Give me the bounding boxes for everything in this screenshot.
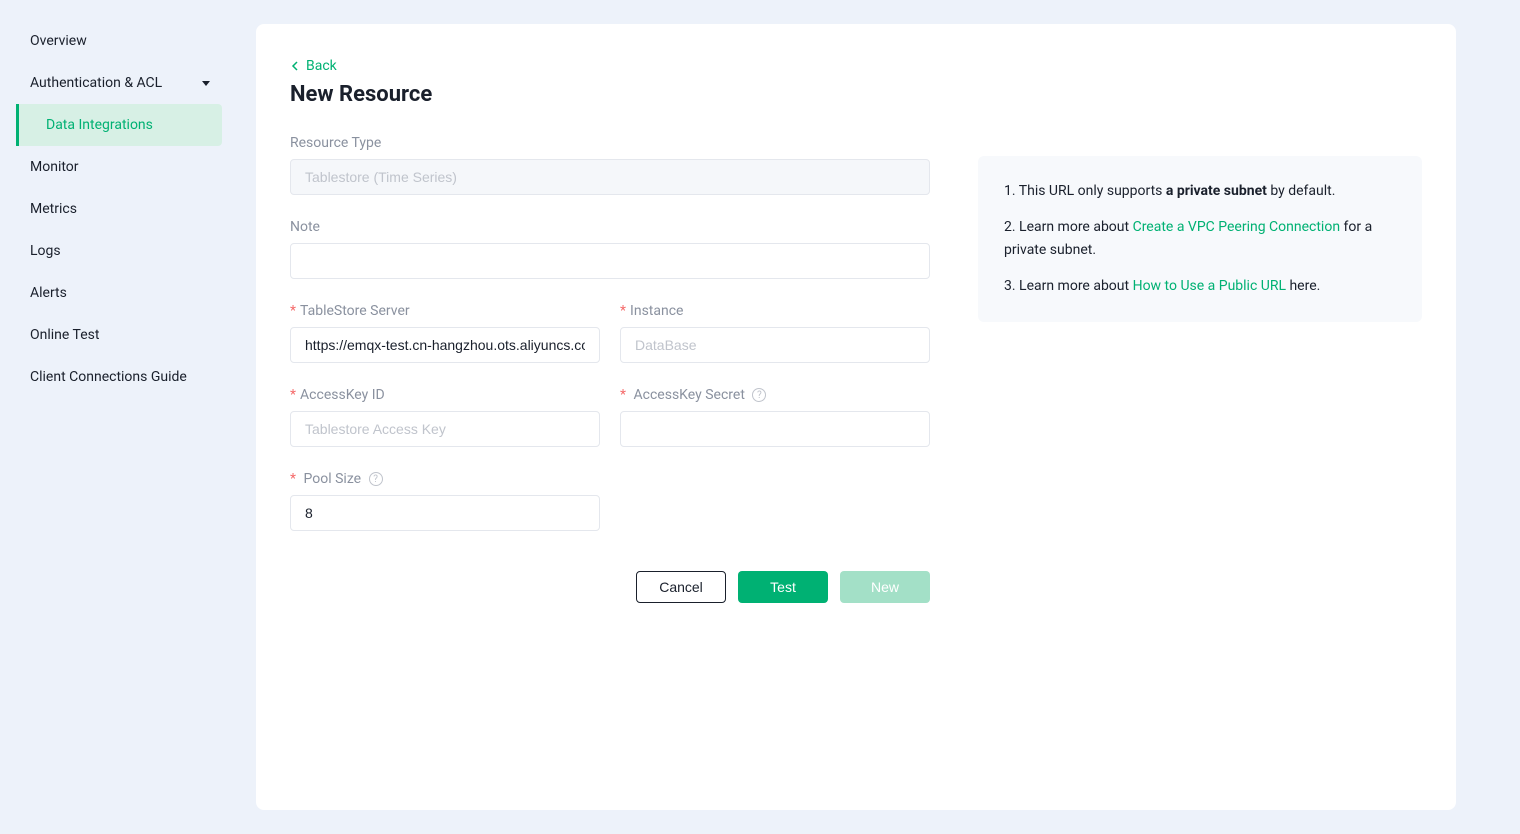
access-key-secret-group: AccessKey Secret ?	[620, 387, 930, 447]
instance-input[interactable]	[620, 327, 930, 363]
public-url-link[interactable]: How to Use a Public URL	[1133, 278, 1286, 294]
note-group: Note	[290, 219, 930, 279]
info-item-3: 3. Learn more about How to Use a Public …	[1004, 275, 1396, 297]
card: Back New Resource Resource Type Note Tab…	[256, 24, 1456, 810]
back-label: Back	[306, 58, 337, 74]
cancel-button[interactable]: Cancel	[636, 571, 726, 603]
sidebar: Overview Authentication & ACL Data Integ…	[0, 0, 240, 834]
sidebar-item-label: Monitor	[30, 159, 79, 175]
sidebar-item-label: Authentication & ACL	[30, 75, 162, 91]
sidebar-item-authentication-acl[interactable]: Authentication & ACL	[0, 62, 240, 104]
tablestore-server-input[interactable]	[290, 327, 600, 363]
vpc-peering-link[interactable]: Create a VPC Peering Connection	[1133, 219, 1340, 235]
access-key-id-label: AccessKey ID	[290, 387, 600, 403]
sidebar-item-metrics[interactable]: Metrics	[0, 188, 240, 230]
chevron-left-icon	[290, 61, 300, 71]
sidebar-item-label: Logs	[30, 243, 61, 259]
form-area: Back New Resource Resource Type Note Tab…	[290, 56, 930, 778]
new-button: New	[840, 571, 930, 603]
note-label: Note	[290, 219, 930, 235]
info-item-2: 2. Learn more about Create a VPC Peering…	[1004, 216, 1396, 261]
access-key-id-input[interactable]	[290, 411, 600, 447]
pool-size-group: Pool Size ?	[290, 471, 600, 531]
resource-type-label: Resource Type	[290, 135, 930, 151]
sidebar-item-client-connections-guide[interactable]: Client Connections Guide	[0, 356, 240, 398]
sidebar-item-data-integrations[interactable]: Data Integrations	[16, 104, 222, 146]
sidebar-item-monitor[interactable]: Monitor	[0, 146, 240, 188]
row-server-instance: TableStore Server Instance	[290, 303, 930, 387]
note-input[interactable]	[290, 243, 930, 279]
sidebar-item-overview[interactable]: Overview	[0, 20, 240, 62]
resource-type-input	[290, 159, 930, 195]
sidebar-item-logs[interactable]: Logs	[0, 230, 240, 272]
tablestore-server-label: TableStore Server	[290, 303, 600, 319]
sidebar-item-label: Alerts	[30, 285, 67, 301]
sidebar-item-label: Client Connections Guide	[30, 369, 187, 385]
info-panel: 1. This URL only supports a private subn…	[978, 156, 1422, 778]
pool-size-input[interactable]	[290, 495, 600, 531]
sidebar-item-label: Online Test	[30, 327, 99, 343]
sidebar-item-label: Data Integrations	[46, 117, 153, 133]
main-content: Back New Resource Resource Type Note Tab…	[240, 0, 1520, 834]
sidebar-item-label: Overview	[30, 33, 87, 49]
page-title: New Resource	[290, 82, 930, 107]
pool-size-label: Pool Size ?	[290, 471, 600, 487]
access-key-secret-label: AccessKey Secret ?	[620, 387, 930, 403]
button-row: Cancel Test New	[290, 571, 930, 603]
chevron-down-icon	[202, 81, 210, 86]
sidebar-item-label: Metrics	[30, 201, 77, 217]
back-link[interactable]: Back	[290, 58, 337, 74]
info-box: 1. This URL only supports a private subn…	[978, 156, 1422, 322]
sidebar-item-alerts[interactable]: Alerts	[0, 272, 240, 314]
row-access-keys: AccessKey ID AccessKey Secret ?	[290, 387, 930, 471]
sidebar-item-online-test[interactable]: Online Test	[0, 314, 240, 356]
info-item-1: 1. This URL only supports a private subn…	[1004, 180, 1396, 202]
help-icon[interactable]: ?	[369, 472, 383, 486]
resource-type-group: Resource Type	[290, 135, 930, 195]
test-button[interactable]: Test	[738, 571, 828, 603]
access-key-id-group: AccessKey ID	[290, 387, 600, 447]
help-icon[interactable]: ?	[752, 388, 766, 402]
tablestore-server-group: TableStore Server	[290, 303, 600, 363]
access-key-secret-input[interactable]	[620, 411, 930, 447]
instance-label: Instance	[620, 303, 930, 319]
instance-group: Instance	[620, 303, 930, 363]
